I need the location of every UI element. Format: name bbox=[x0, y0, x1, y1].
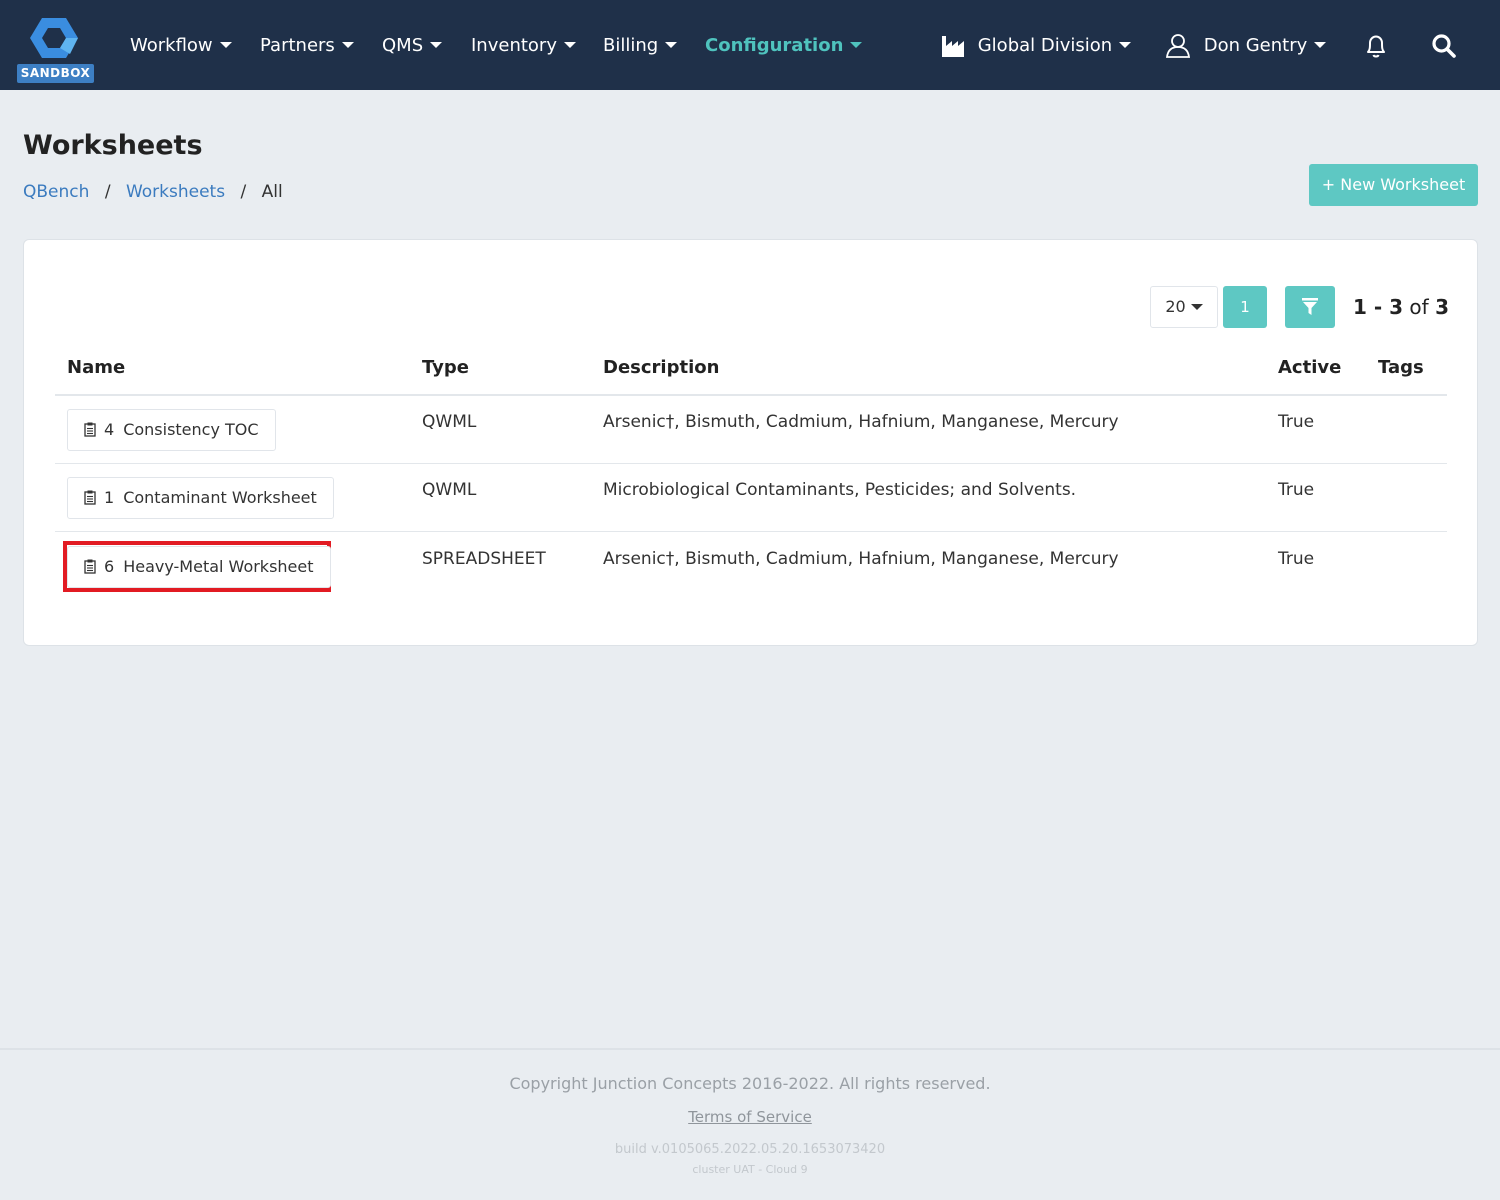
breadcrumb-separator: / bbox=[104, 182, 111, 202]
worksheet-description: Arsenic†, Bismuth, Cadmium, Hafnium, Man… bbox=[603, 412, 1119, 432]
column-header-type[interactable]: Type bbox=[422, 357, 469, 378]
table-row: 1 Contaminant Worksheet QWML Microbiologi… bbox=[24, 464, 1479, 532]
record-total: 3 bbox=[1435, 295, 1449, 319]
nav-qms[interactable]: QMS bbox=[382, 33, 443, 59]
column-header-description[interactable]: Description bbox=[603, 357, 719, 378]
breadcrumb-worksheets[interactable]: Worksheets bbox=[126, 182, 225, 202]
nav-partners[interactable]: Partners bbox=[260, 33, 354, 59]
table-row: 4 Consistency TOC QWML Arsenic†, Bismuth,… bbox=[24, 396, 1479, 464]
user-name: Don Gentry bbox=[1203, 35, 1308, 56]
filter-icon bbox=[1302, 298, 1318, 315]
cluster-info: cluster UAT - Cloud 9 bbox=[692, 1163, 808, 1176]
division-selector[interactable]: Global Division bbox=[941, 33, 1132, 59]
page-footer: Copyright Junction Concepts 2016-2022. A… bbox=[0, 1048, 1500, 1200]
worksheet-type: QWML bbox=[422, 480, 477, 500]
user-menu[interactable]: Don Gentry bbox=[1165, 33, 1327, 59]
nav-inventory-label: Inventory bbox=[471, 35, 557, 56]
record-range: 1 - 3 bbox=[1353, 295, 1404, 319]
terms-of-service-link[interactable]: Terms of Service bbox=[688, 1108, 812, 1126]
new-worksheet-button[interactable]: + New Worksheet bbox=[1309, 164, 1478, 206]
bell-icon bbox=[1367, 35, 1385, 58]
terms-of-service-container: Terms of Service bbox=[0, 1108, 1500, 1126]
clipboard-icon bbox=[84, 422, 96, 437]
clipboard-icon bbox=[84, 490, 96, 505]
notifications-button[interactable] bbox=[1364, 33, 1388, 59]
chevron-down-icon bbox=[665, 42, 678, 48]
table-row: 6 Heavy-Metal Worksheet SPREADSHEET Arsen… bbox=[24, 533, 1479, 601]
copyright-text: Copyright Junction Concepts 2016-2022. A… bbox=[509, 1074, 991, 1093]
breadcrumb-qbench[interactable]: QBench bbox=[23, 182, 89, 202]
chevron-down-icon bbox=[1190, 303, 1203, 310]
worksheet-active: True bbox=[1278, 480, 1315, 500]
worksheet-name: Consistency TOC bbox=[123, 420, 259, 439]
worksheet-type: SPREADSHEET bbox=[422, 549, 546, 569]
filter-button[interactable] bbox=[1285, 286, 1335, 328]
per-page-value: 20 bbox=[1165, 297, 1186, 316]
chevron-down-icon bbox=[1119, 42, 1132, 48]
worksheet-active: True bbox=[1278, 549, 1315, 569]
worksheet-name: Heavy-Metal Worksheet bbox=[123, 557, 314, 576]
user-icon bbox=[1165, 34, 1191, 58]
search-button[interactable] bbox=[1431, 33, 1457, 59]
worksheet-description: Microbiological Contaminants, Pesticides… bbox=[603, 480, 1077, 500]
factory-icon bbox=[942, 36, 964, 57]
worksheet-type: QWML bbox=[422, 412, 477, 432]
division-label: Global Division bbox=[977, 35, 1113, 56]
nav-qms-label: QMS bbox=[382, 35, 424, 56]
breadcrumb-separator: / bbox=[240, 182, 247, 202]
nav-inventory[interactable]: Inventory bbox=[471, 33, 576, 59]
chevron-down-icon bbox=[219, 42, 232, 48]
worksheet-link[interactable]: 4 Consistency TOC bbox=[67, 409, 276, 451]
record-of-label: of bbox=[1409, 295, 1429, 319]
column-header-tags[interactable]: Tags bbox=[1378, 357, 1424, 378]
nav-configuration[interactable]: Configuration bbox=[705, 33, 863, 59]
nav-workflow[interactable]: Workflow bbox=[130, 33, 232, 59]
chevron-down-icon bbox=[341, 42, 354, 48]
chevron-down-icon bbox=[430, 42, 443, 48]
page-title: Worksheets bbox=[23, 130, 203, 161]
worksheet-name: Contaminant Worksheet bbox=[123, 488, 317, 507]
worksheet-id: 4 bbox=[104, 420, 115, 439]
build-version: build v.0105065.2022.05.20.1653073420 bbox=[614, 1142, 886, 1157]
column-header-active[interactable]: Active bbox=[1278, 357, 1341, 378]
worksheet-id: 6 bbox=[104, 557, 115, 576]
nav-billing-label: Billing bbox=[603, 35, 659, 56]
clipboard-icon bbox=[84, 559, 96, 574]
row-divider bbox=[55, 531, 1447, 532]
chevron-down-icon bbox=[1314, 42, 1327, 48]
sandbox-badge: SANDBOX bbox=[17, 64, 94, 83]
top-navbar: SANDBOX Workflow Partners QMS Inventory … bbox=[0, 0, 1500, 90]
nav-partners-label: Partners bbox=[260, 35, 335, 56]
worksheet-description: Arsenic†, Bismuth, Cadmium, Hafnium, Man… bbox=[603, 549, 1119, 569]
breadcrumb: QBench / Worksheets / All bbox=[23, 180, 283, 204]
search-icon bbox=[1432, 34, 1456, 58]
record-count: 1 - 3 of 3 bbox=[1353, 293, 1449, 321]
breadcrumb-current: All bbox=[261, 182, 283, 202]
chevron-down-icon bbox=[850, 42, 863, 48]
app-logo[interactable]: SANDBOX bbox=[17, 16, 94, 84]
per-page-select[interactable]: 20 bbox=[1150, 286, 1218, 328]
worksheet-active: True bbox=[1278, 412, 1315, 432]
qbench-logo-icon bbox=[30, 18, 78, 58]
chevron-down-icon bbox=[563, 42, 576, 48]
worksheet-link[interactable]: 6 Heavy-Metal Worksheet bbox=[67, 546, 331, 588]
column-header-name[interactable]: Name bbox=[67, 357, 125, 378]
page-1-button[interactable]: 1 bbox=[1223, 286, 1267, 328]
nav-billing[interactable]: Billing bbox=[603, 33, 678, 59]
nav-configuration-label: Configuration bbox=[705, 35, 844, 56]
worksheet-id: 1 bbox=[104, 488, 115, 507]
nav-workflow-label: Workflow bbox=[130, 35, 213, 56]
worksheets-card: 20 1 1 - 3 of 3 Name Type Description Ac… bbox=[23, 239, 1478, 646]
worksheet-link[interactable]: 1 Contaminant Worksheet bbox=[67, 477, 334, 519]
